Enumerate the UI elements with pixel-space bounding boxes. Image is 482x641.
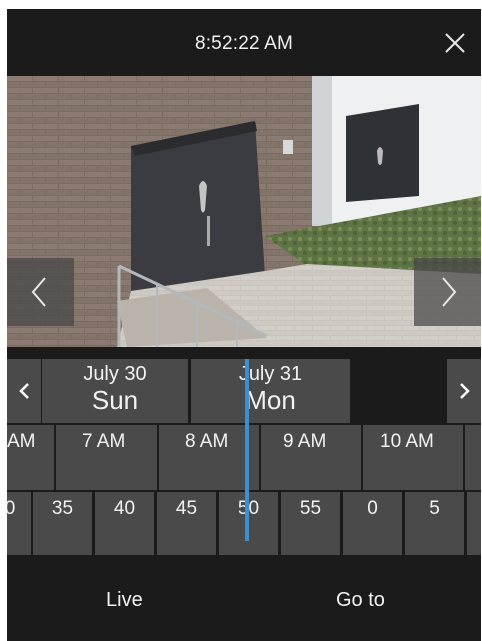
day-month-label: July 30 xyxy=(83,363,147,385)
minute-item[interactable]: 55 xyxy=(281,492,340,555)
minute-label: 0 xyxy=(7,498,16,519)
minute-label: 35 xyxy=(51,498,74,519)
timeline-playhead[interactable] xyxy=(245,359,249,541)
hour-item[interactable]: 10 AM xyxy=(363,425,463,490)
hour-label: 9 AM xyxy=(283,431,327,452)
next-frame-button[interactable] xyxy=(414,258,481,326)
previous-frame-button[interactable] xyxy=(7,258,74,326)
minute-label: 55 xyxy=(299,498,322,519)
minute-label: 40 xyxy=(113,498,136,519)
minute-label: 5 xyxy=(429,498,440,519)
chevron-left-icon xyxy=(19,383,29,399)
day-item-july-31[interactable]: July 31 Mon xyxy=(191,359,350,423)
camera-image xyxy=(7,76,481,347)
minute-item[interactable]: 0 xyxy=(343,492,402,555)
hour-item[interactable]: 8 AM xyxy=(159,425,259,490)
next-day-button[interactable] xyxy=(447,359,481,423)
hour-item[interactable]: 9 AM xyxy=(261,425,361,490)
minute-selector: 0 35 40 45 50 55 0 5 xyxy=(7,490,481,557)
chevron-right-icon xyxy=(442,277,457,307)
chevron-left-icon xyxy=(31,277,46,307)
hour-label: 10 AM xyxy=(380,431,434,452)
close-icon xyxy=(445,33,465,53)
minute-item[interactable]: 0 xyxy=(7,492,31,555)
playback-panel: 8:52:22 AM July 30 Sun July 31 Mon AM 7 … xyxy=(7,9,481,641)
hour-item[interactable]: AM xyxy=(7,425,54,490)
go-to-button[interactable]: Go to xyxy=(336,589,385,612)
hour-label: AM xyxy=(7,431,36,452)
header: 8:52:22 AM xyxy=(7,9,481,76)
minute-item[interactable]: 40 xyxy=(95,492,154,555)
bottom-bar: Live Go to xyxy=(7,557,481,641)
close-button[interactable] xyxy=(443,31,467,55)
minute-item[interactable]: 5 xyxy=(405,492,464,555)
minute-label: 45 xyxy=(175,498,198,519)
day-item-july-30[interactable]: July 30 Sun xyxy=(42,359,188,423)
hour-label: 8 AM xyxy=(185,431,229,452)
minute-item[interactable] xyxy=(467,492,481,555)
day-name-label: Mon xyxy=(245,385,296,415)
hour-label: 7 AM xyxy=(82,431,126,452)
hour-item[interactable] xyxy=(465,425,481,490)
hour-item[interactable]: 7 AM xyxy=(56,425,157,490)
minute-label: 0 xyxy=(367,498,378,519)
day-selector: July 30 Sun July 31 Mon xyxy=(7,359,481,423)
previous-day-button[interactable] xyxy=(7,359,41,423)
timestamp-title: 8:52:22 AM xyxy=(194,33,294,54)
day-name-label: Sun xyxy=(91,385,139,415)
camera-video-frame xyxy=(7,76,481,347)
hour-selector: AM 7 AM 8 AM 9 AM 10 AM xyxy=(7,423,481,490)
day-month-label: July 31 xyxy=(238,363,303,385)
minute-item[interactable]: 35 xyxy=(33,492,92,555)
live-button[interactable]: Live xyxy=(106,589,143,612)
chevron-right-icon xyxy=(460,383,470,399)
minute-item[interactable]: 45 xyxy=(157,492,216,555)
